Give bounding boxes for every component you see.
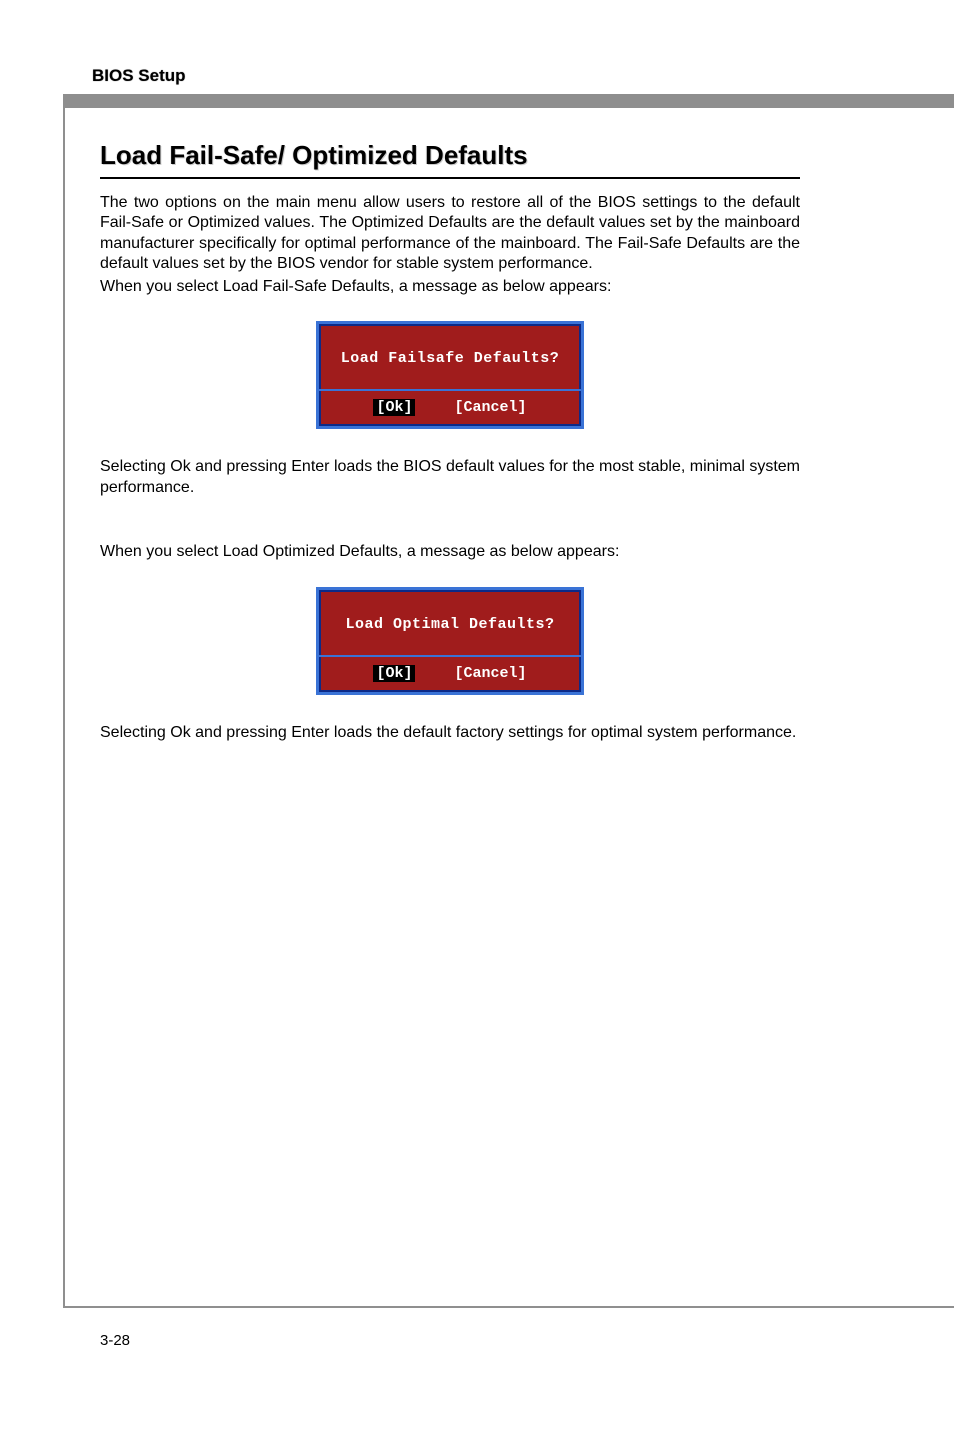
page: BIOS Setup Load Fail-Safe/ Optimized Def…	[0, 0, 954, 1432]
cancel-button[interactable]: [Cancel]	[455, 665, 527, 682]
side-rule-bottom	[63, 1306, 954, 1308]
dialog-optimized: Load Optimal Defaults? [Ok] [Cancel]	[316, 587, 584, 695]
paragraph-intro: The two options on the main menu allow u…	[100, 193, 800, 275]
dialog-optimized-prompt: Load Optimal Defaults?	[319, 590, 581, 655]
side-rule-left	[63, 108, 65, 1308]
paragraph-optimized-result: Selecting Ok and pressing Enter loads th…	[100, 723, 800, 743]
paragraph-failsafe-lead: When you select Load Fail-Safe Defaults,…	[100, 277, 800, 297]
paragraph-optimized-lead: When you select Load Optimized Defaults,…	[100, 542, 800, 562]
dialog-failsafe-buttons: [Ok] [Cancel]	[319, 391, 581, 426]
spacer	[100, 695, 800, 723]
section-rule	[100, 177, 800, 179]
page-number: 3-28	[100, 1332, 130, 1349]
dialog-failsafe: Load Failsafe Defaults? [Ok] [Cancel]	[316, 321, 584, 429]
dialog-failsafe-prompt: Load Failsafe Defaults?	[319, 324, 581, 389]
content-area: Load Fail-Safe/ Optimized Defaults The t…	[100, 140, 800, 743]
spacer	[100, 498, 800, 542]
paragraph-failsafe-result: Selecting Ok and pressing Enter loads th…	[100, 457, 800, 498]
spacer	[100, 429, 800, 457]
cancel-button[interactable]: [Cancel]	[455, 399, 527, 416]
ok-button[interactable]: [Ok]	[373, 399, 415, 416]
header-label: BIOS Setup	[92, 66, 186, 86]
dialog-optimized-buttons: [Ok] [Cancel]	[319, 657, 581, 692]
header-bar	[63, 94, 954, 108]
section-title: Load Fail-Safe/ Optimized Defaults	[100, 140, 800, 177]
ok-button[interactable]: [Ok]	[373, 665, 415, 682]
